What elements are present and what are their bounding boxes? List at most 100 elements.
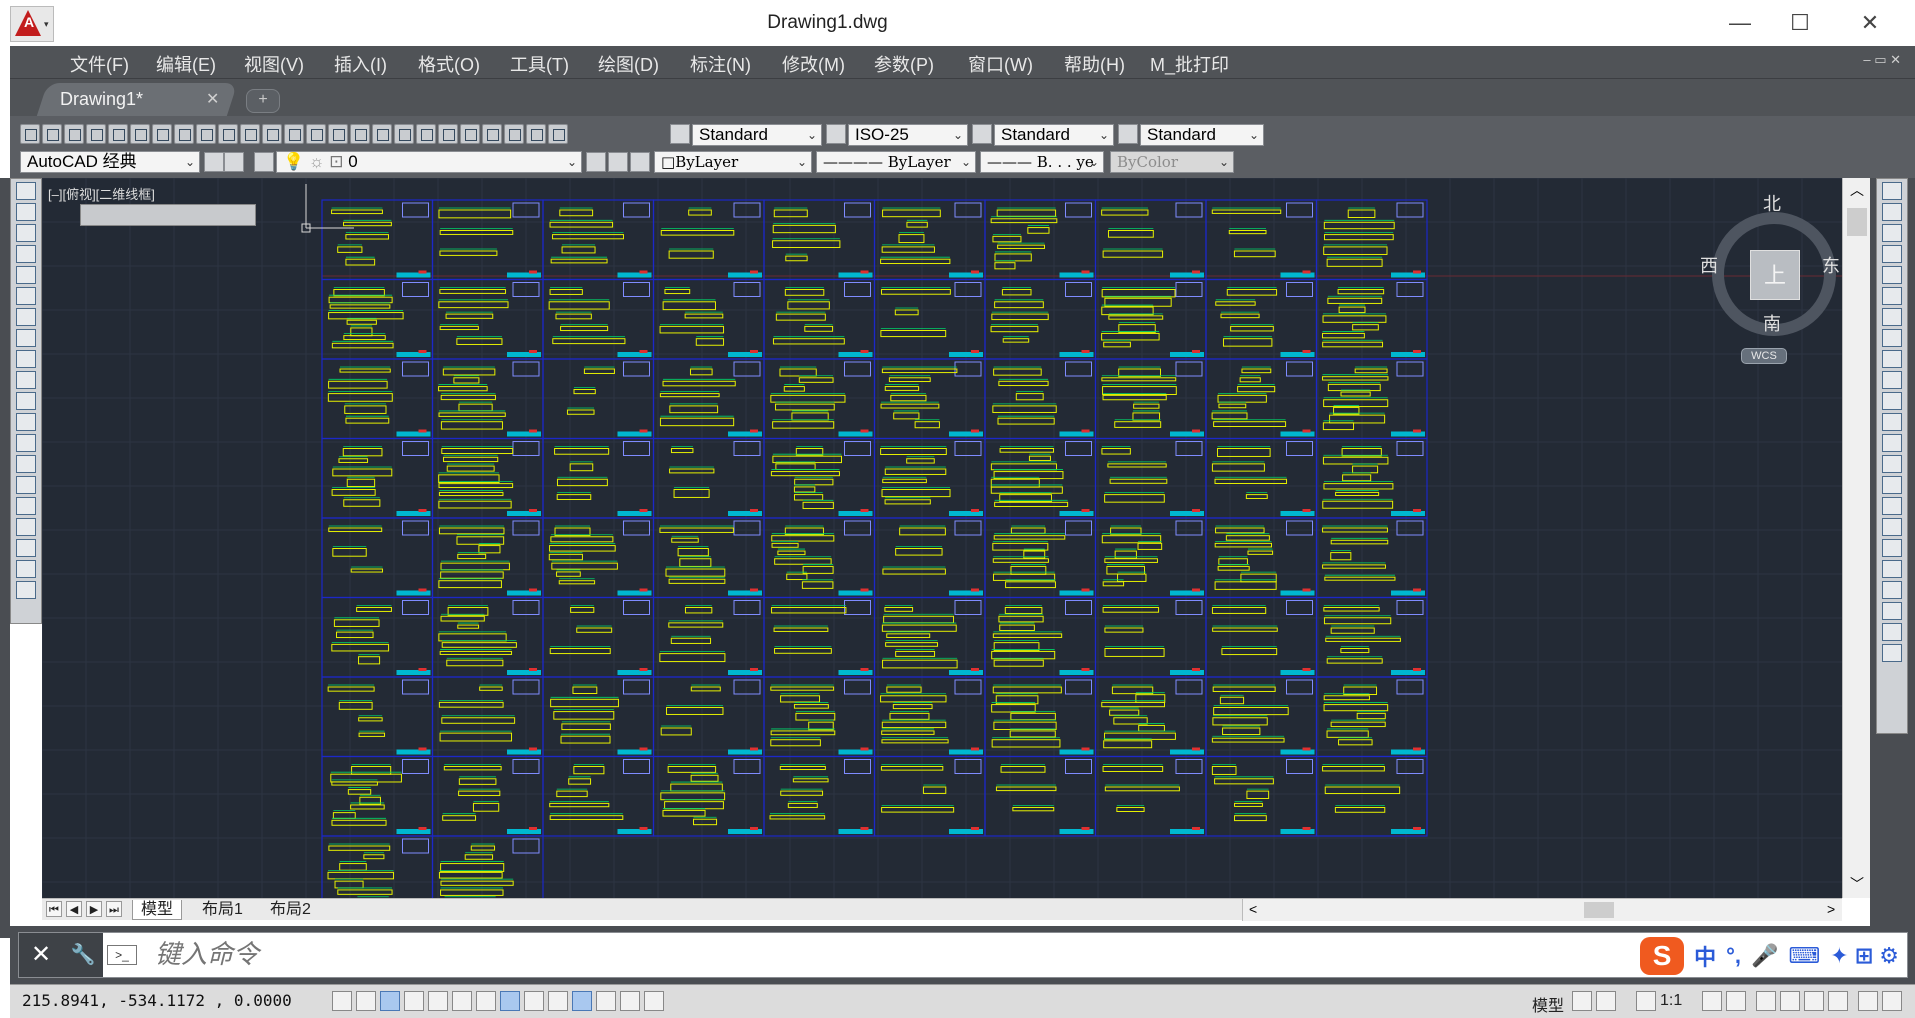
menu-draw[interactable]: 绘图(D): [598, 51, 659, 77]
add-selected-icon[interactable]: [16, 581, 36, 599]
compass-east[interactable]: 东: [1822, 252, 1840, 278]
redo-icon[interactable]: [306, 124, 326, 144]
print-preview-icon[interactable]: [108, 124, 128, 144]
make-block-icon[interactable]: [16, 434, 36, 452]
multileader-style-select[interactable]: Standard ⌄: [1140, 124, 1264, 146]
transparency-icon[interactable]: [596, 991, 616, 1011]
break-at-point-icon[interactable]: [1882, 413, 1902, 431]
clean-screen-icon[interactable]: [1858, 991, 1878, 1011]
close-button[interactable]: ✕: [1848, 8, 1892, 38]
ime-tools-icon[interactable]: ✦ ⊞ ⚙: [1830, 943, 1899, 969]
grid-display-icon[interactable]: [380, 991, 400, 1011]
dynamic-ucs-icon[interactable]: [524, 991, 544, 1011]
multiline-text-icon[interactable]: [16, 560, 36, 578]
print-icon[interactable]: [86, 124, 106, 144]
drawing-viewport[interactable]: [–][俯视][二维线框] 上 北 南 西 东 WCS: [42, 178, 1842, 898]
array-icon[interactable]: [1882, 266, 1902, 284]
layer-state-icon[interactable]: [630, 152, 650, 172]
stretch-icon[interactable]: [1882, 350, 1902, 368]
last-layout-button[interactable]: ⏭: [106, 901, 122, 917]
sheet-set-icon[interactable]: [482, 124, 502, 144]
isolate-objects-icon[interactable]: [1828, 991, 1848, 1011]
save-icon[interactable]: [64, 124, 84, 144]
menu-tools[interactable]: 工具(T): [510, 51, 569, 77]
annotation-scale-value[interactable]: 1:1: [1660, 992, 1682, 1010]
new-tab-button[interactable]: +: [246, 89, 280, 113]
gradient-icon[interactable]: [16, 497, 36, 515]
undo-icon[interactable]: [284, 124, 304, 144]
workspace-select[interactable]: AutoCAD 经典 ⌄: [20, 151, 200, 173]
paste-icon[interactable]: [218, 124, 238, 144]
view-floating-toolbar[interactable]: [80, 204, 256, 226]
pan-icon[interactable]: [328, 124, 348, 144]
scale-icon[interactable]: [1882, 329, 1902, 347]
selection-cycling-icon[interactable]: [644, 991, 664, 1011]
menu-file[interactable]: 文件(F): [70, 51, 129, 77]
scroll-left-icon[interactable]: <: [1249, 901, 1257, 917]
3d-print-icon[interactable]: [152, 124, 172, 144]
recent-commands-icon[interactable]: >_: [107, 945, 137, 965]
annotation-scale-icon[interactable]: [1636, 991, 1656, 1011]
sogou-ime-logo-icon[interactable]: S: [1640, 937, 1685, 975]
fillet-icon[interactable]: [1882, 497, 1902, 515]
help-icon[interactable]: [548, 124, 568, 144]
erase-icon[interactable]: [1882, 182, 1902, 200]
send-back-icon[interactable]: [1882, 602, 1902, 620]
menu-batch-plot[interactable]: M_批打印: [1150, 51, 1229, 77]
offset-icon[interactable]: [1882, 245, 1902, 263]
previous-layout-button[interactable]: ◀: [66, 901, 82, 917]
join-icon[interactable]: [1882, 455, 1902, 473]
polar-tracking-icon[interactable]: [428, 991, 448, 1011]
auto-scale-icon[interactable]: [1726, 991, 1746, 1011]
publish-icon[interactable]: [130, 124, 150, 144]
menu-help[interactable]: 帮助(H): [1064, 51, 1125, 77]
rotate-icon[interactable]: [1882, 308, 1902, 326]
table-style-select[interactable]: Standard ⌄: [994, 124, 1114, 146]
wcs-menu-button[interactable]: WCS: [1741, 348, 1787, 364]
horizontal-scrollbar[interactable]: < >: [1242, 899, 1842, 921]
line-icon[interactable]: [16, 182, 36, 200]
maximize-button[interactable]: ☐: [1778, 8, 1822, 38]
menu-window[interactable]: 窗口(W): [968, 51, 1033, 77]
point-icon[interactable]: [16, 455, 36, 473]
scroll-up-icon[interactable]: ︿: [1850, 180, 1864, 200]
menu-format[interactable]: 格式(O): [418, 51, 480, 77]
text-style-select[interactable]: Standard ⌄: [692, 124, 822, 146]
mirror-icon[interactable]: [1882, 224, 1902, 242]
object-snap-icon[interactable]: [452, 991, 472, 1011]
workspace-switching-gear-icon[interactable]: [1756, 991, 1776, 1011]
zoom-realtime-icon[interactable]: [350, 124, 370, 144]
status-menu-icon[interactable]: [1882, 991, 1902, 1011]
3d-object-snap-icon[interactable]: [476, 991, 496, 1011]
annotation-visibility-icon[interactable]: [1702, 991, 1722, 1011]
zoom-window-icon[interactable]: [372, 124, 392, 144]
construction-line-icon[interactable]: [16, 203, 36, 221]
cut-icon[interactable]: [174, 124, 194, 144]
quick-properties-icon[interactable]: [620, 991, 640, 1011]
calculator-icon[interactable]: [526, 124, 546, 144]
match-properties-icon[interactable]: [240, 124, 260, 144]
properties-icon[interactable]: [416, 124, 436, 144]
next-layout-button[interactable]: ▶: [86, 901, 102, 917]
color-select[interactable]: □ByLayer ⌄: [654, 151, 812, 173]
new-file-icon[interactable]: [20, 124, 40, 144]
quick-view-drawings-icon[interactable]: [1596, 991, 1616, 1011]
close-icon[interactable]: ✕: [19, 933, 63, 977]
revision-cloud-icon[interactable]: [16, 329, 36, 347]
layer-previous-icon[interactable]: [608, 152, 628, 172]
infer-constraints-icon[interactable]: [332, 991, 352, 1011]
lineweight-display-icon[interactable]: [572, 991, 592, 1011]
quick-view-layouts-icon[interactable]: [1572, 991, 1592, 1011]
command-input[interactable]: [155, 939, 1155, 971]
wrench-icon[interactable]: 🔧: [63, 933, 103, 977]
viewcube[interactable]: 上 北 南 西 东: [1700, 190, 1840, 340]
linetype-select[interactable]: ———— ByLayer ⌄: [816, 151, 976, 173]
arc-icon[interactable]: [16, 287, 36, 305]
blend-icon[interactable]: [1882, 518, 1902, 536]
polyline-icon[interactable]: [16, 224, 36, 242]
customize-icon[interactable]: [224, 152, 244, 172]
dynamic-input-icon[interactable]: [548, 991, 568, 1011]
cursor-coordinates[interactable]: 215.8941, -534.1172 , 0.0000: [22, 991, 292, 1010]
layer-select[interactable]: 💡 ☼ ⊡ 0 ⌄: [276, 151, 582, 173]
lineweight-select[interactable]: ——— B. . . ye ⌄: [980, 151, 1104, 173]
